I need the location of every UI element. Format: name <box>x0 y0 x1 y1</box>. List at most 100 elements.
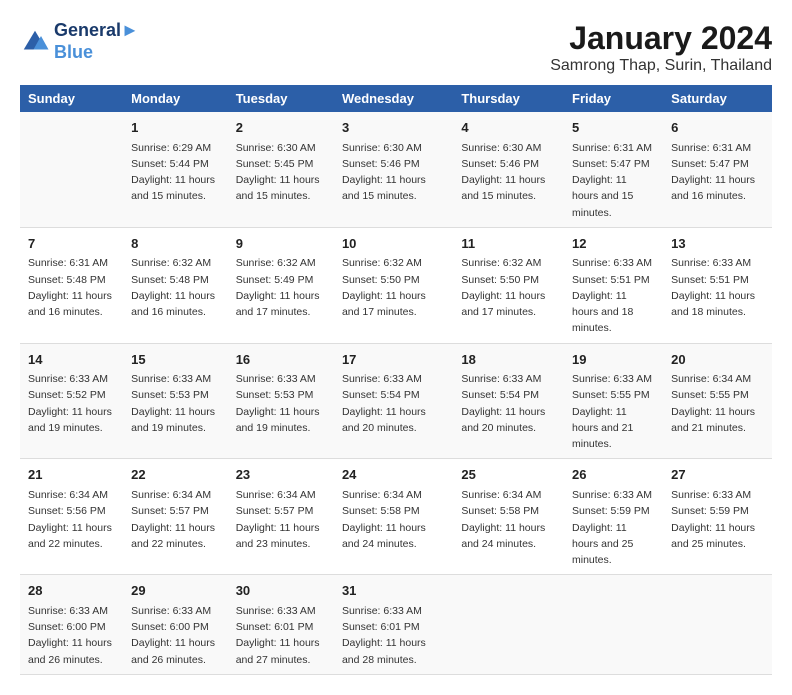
day-number: 16 <box>236 350 326 370</box>
day-number: 1 <box>131 118 220 138</box>
day-number: 17 <box>342 350 445 370</box>
calendar-cell: 9Sunrise: 6:32 AMSunset: 5:49 PMDaylight… <box>228 227 334 343</box>
day-number: 9 <box>236 234 326 254</box>
calendar-cell: 21Sunrise: 6:34 AMSunset: 5:56 PMDayligh… <box>20 459 123 575</box>
day-info: Sunrise: 6:34 AMSunset: 5:58 PMDaylight:… <box>342 487 445 552</box>
col-wednesday: Wednesday <box>334 85 453 112</box>
calendar-cell: 24Sunrise: 6:34 AMSunset: 5:58 PMDayligh… <box>334 459 453 575</box>
day-number: 12 <box>572 234 655 254</box>
day-info: Sunrise: 6:34 AMSunset: 5:58 PMDaylight:… <box>461 487 556 552</box>
day-number: 10 <box>342 234 445 254</box>
calendar-cell: 20Sunrise: 6:34 AMSunset: 5:55 PMDayligh… <box>663 343 772 459</box>
calendar-table: Sunday Monday Tuesday Wednesday Thursday… <box>20 85 772 675</box>
calendar-cell <box>20 112 123 227</box>
day-info: Sunrise: 6:31 AMSunset: 5:48 PMDaylight:… <box>28 255 115 320</box>
calendar-cell: 26Sunrise: 6:33 AMSunset: 5:59 PMDayligh… <box>564 459 663 575</box>
day-info: Sunrise: 6:33 AMSunset: 5:54 PMDaylight:… <box>342 371 445 436</box>
calendar-cell: 14Sunrise: 6:33 AMSunset: 5:52 PMDayligh… <box>20 343 123 459</box>
calendar-week-row: 7Sunrise: 6:31 AMSunset: 5:48 PMDaylight… <box>20 227 772 343</box>
calendar-cell: 27Sunrise: 6:33 AMSunset: 5:59 PMDayligh… <box>663 459 772 575</box>
day-number: 13 <box>671 234 764 254</box>
calendar-cell: 2Sunrise: 6:30 AMSunset: 5:45 PMDaylight… <box>228 112 334 227</box>
calendar-cell: 1Sunrise: 6:29 AMSunset: 5:44 PMDaylight… <box>123 112 228 227</box>
day-info: Sunrise: 6:31 AMSunset: 5:47 PMDaylight:… <box>572 140 655 221</box>
day-number: 26 <box>572 465 655 485</box>
calendar-cell: 10Sunrise: 6:32 AMSunset: 5:50 PMDayligh… <box>334 227 453 343</box>
day-info: Sunrise: 6:30 AMSunset: 5:46 PMDaylight:… <box>342 140 445 205</box>
day-info: Sunrise: 6:33 AMSunset: 5:53 PMDaylight:… <box>236 371 326 436</box>
subtitle: Samrong Thap, Surin, Thailand <box>550 57 772 75</box>
day-info: Sunrise: 6:34 AMSunset: 5:57 PMDaylight:… <box>131 487 220 552</box>
calendar-cell: 12Sunrise: 6:33 AMSunset: 5:51 PMDayligh… <box>564 227 663 343</box>
day-info: Sunrise: 6:34 AMSunset: 5:56 PMDaylight:… <box>28 487 115 552</box>
day-number: 27 <box>671 465 764 485</box>
day-number: 11 <box>461 234 556 254</box>
day-number: 29 <box>131 581 220 601</box>
calendar-cell: 25Sunrise: 6:34 AMSunset: 5:58 PMDayligh… <box>453 459 564 575</box>
calendar-cell: 15Sunrise: 6:33 AMSunset: 5:53 PMDayligh… <box>123 343 228 459</box>
calendar-cell: 19Sunrise: 6:33 AMSunset: 5:55 PMDayligh… <box>564 343 663 459</box>
day-info: Sunrise: 6:32 AMSunset: 5:49 PMDaylight:… <box>236 255 326 320</box>
day-info: Sunrise: 6:32 AMSunset: 5:50 PMDaylight:… <box>461 255 556 320</box>
calendar-cell: 6Sunrise: 6:31 AMSunset: 5:47 PMDaylight… <box>663 112 772 227</box>
calendar-cell <box>663 575 772 675</box>
col-thursday: Thursday <box>453 85 564 112</box>
day-info: Sunrise: 6:33 AMSunset: 5:53 PMDaylight:… <box>131 371 220 436</box>
day-info: Sunrise: 6:30 AMSunset: 5:45 PMDaylight:… <box>236 140 326 205</box>
main-title: January 2024 <box>550 20 772 57</box>
calendar-week-row: 14Sunrise: 6:33 AMSunset: 5:52 PMDayligh… <box>20 343 772 459</box>
calendar-cell: 23Sunrise: 6:34 AMSunset: 5:57 PMDayligh… <box>228 459 334 575</box>
day-info: Sunrise: 6:33 AMSunset: 5:59 PMDaylight:… <box>671 487 764 552</box>
day-number: 7 <box>28 234 115 254</box>
day-number: 6 <box>671 118 764 138</box>
col-sunday: Sunday <box>20 85 123 112</box>
day-number: 4 <box>461 118 556 138</box>
day-number: 8 <box>131 234 220 254</box>
day-info: Sunrise: 6:33 AMSunset: 6:00 PMDaylight:… <box>131 603 220 668</box>
day-number: 15 <box>131 350 220 370</box>
logo-text: General► Blue <box>54 20 139 63</box>
day-info: Sunrise: 6:34 AMSunset: 5:55 PMDaylight:… <box>671 371 764 436</box>
calendar-cell <box>564 575 663 675</box>
day-number: 18 <box>461 350 556 370</box>
day-info: Sunrise: 6:33 AMSunset: 5:51 PMDaylight:… <box>572 255 655 336</box>
col-saturday: Saturday <box>663 85 772 112</box>
day-number: 22 <box>131 465 220 485</box>
calendar-cell: 4Sunrise: 6:30 AMSunset: 5:46 PMDaylight… <box>453 112 564 227</box>
title-block: January 2024 Samrong Thap, Surin, Thaila… <box>550 20 772 75</box>
calendar-cell: 17Sunrise: 6:33 AMSunset: 5:54 PMDayligh… <box>334 343 453 459</box>
calendar-header-row: Sunday Monday Tuesday Wednesday Thursday… <box>20 85 772 112</box>
day-info: Sunrise: 6:33 AMSunset: 5:59 PMDaylight:… <box>572 487 655 568</box>
day-info: Sunrise: 6:32 AMSunset: 5:50 PMDaylight:… <box>342 255 445 320</box>
page-header: General► Blue January 2024 Samrong Thap,… <box>20 20 772 75</box>
day-info: Sunrise: 6:32 AMSunset: 5:48 PMDaylight:… <box>131 255 220 320</box>
day-info: Sunrise: 6:34 AMSunset: 5:57 PMDaylight:… <box>236 487 326 552</box>
day-number: 19 <box>572 350 655 370</box>
calendar-cell: 8Sunrise: 6:32 AMSunset: 5:48 PMDaylight… <box>123 227 228 343</box>
day-number: 14 <box>28 350 115 370</box>
col-friday: Friday <box>564 85 663 112</box>
calendar-cell: 5Sunrise: 6:31 AMSunset: 5:47 PMDaylight… <box>564 112 663 227</box>
calendar-cell: 3Sunrise: 6:30 AMSunset: 5:46 PMDaylight… <box>334 112 453 227</box>
calendar-cell: 28Sunrise: 6:33 AMSunset: 6:00 PMDayligh… <box>20 575 123 675</box>
day-info: Sunrise: 6:33 AMSunset: 5:51 PMDaylight:… <box>671 255 764 320</box>
calendar-cell <box>453 575 564 675</box>
day-info: Sunrise: 6:33 AMSunset: 6:00 PMDaylight:… <box>28 603 115 668</box>
day-info: Sunrise: 6:33 AMSunset: 5:54 PMDaylight:… <box>461 371 556 436</box>
calendar-cell: 13Sunrise: 6:33 AMSunset: 5:51 PMDayligh… <box>663 227 772 343</box>
day-number: 30 <box>236 581 326 601</box>
day-number: 20 <box>671 350 764 370</box>
day-number: 24 <box>342 465 445 485</box>
calendar-cell: 22Sunrise: 6:34 AMSunset: 5:57 PMDayligh… <box>123 459 228 575</box>
day-number: 5 <box>572 118 655 138</box>
calendar-week-row: 28Sunrise: 6:33 AMSunset: 6:00 PMDayligh… <box>20 575 772 675</box>
calendar-cell: 11Sunrise: 6:32 AMSunset: 5:50 PMDayligh… <box>453 227 564 343</box>
calendar-cell: 30Sunrise: 6:33 AMSunset: 6:01 PMDayligh… <box>228 575 334 675</box>
day-info: Sunrise: 6:33 AMSunset: 6:01 PMDaylight:… <box>342 603 445 668</box>
day-number: 31 <box>342 581 445 601</box>
day-info: Sunrise: 6:33 AMSunset: 6:01 PMDaylight:… <box>236 603 326 668</box>
day-number: 25 <box>461 465 556 485</box>
calendar-cell: 29Sunrise: 6:33 AMSunset: 6:00 PMDayligh… <box>123 575 228 675</box>
calendar-cell: 18Sunrise: 6:33 AMSunset: 5:54 PMDayligh… <box>453 343 564 459</box>
logo: General► Blue <box>20 20 139 63</box>
